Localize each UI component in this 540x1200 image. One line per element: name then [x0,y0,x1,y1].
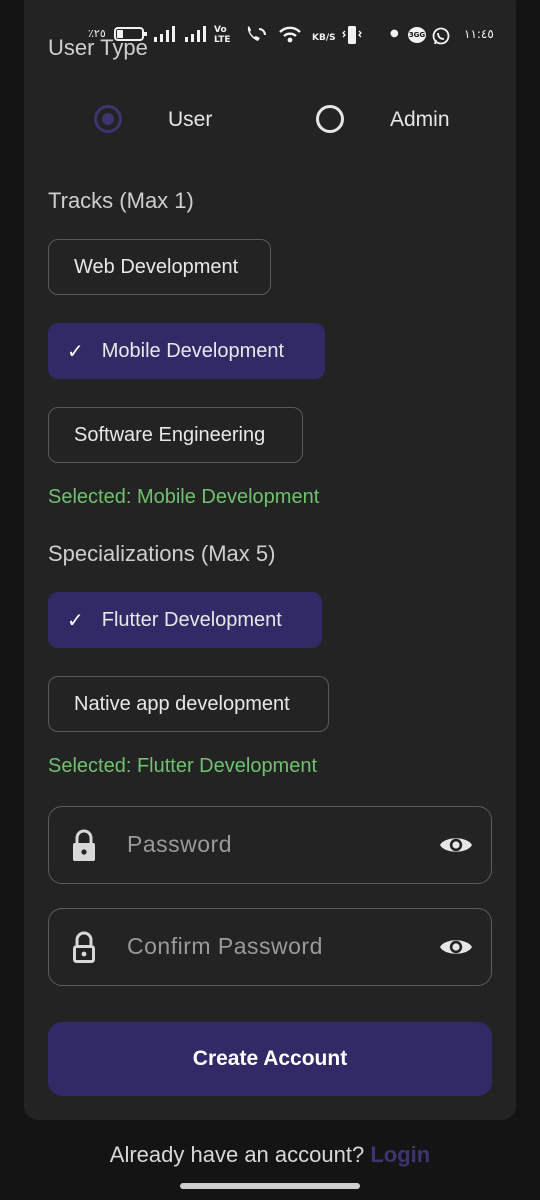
wifi-calling-icon [247,26,266,41]
user-type-radio-group: User Admin [0,100,540,140]
chip-label: Flutter Development [101,608,282,631]
radio-admin-label[interactable]: Admin [390,108,450,132]
chip-software-engineering[interactable]: Software Engineering [48,407,303,463]
confirm-password-placeholder[interactable]: Confirm Password [127,933,323,960]
chip-flutter-development[interactable]: ✓ Flutter Development [48,592,322,648]
sim-badge: 3GG [408,27,426,43]
login-prompt: Already have an account? [109,1142,365,1167]
radio-user[interactable] [94,105,122,133]
chip-native-app-development[interactable]: Native app development [48,676,329,732]
lock-icon [73,829,95,861]
lock-outline-icon [73,931,95,963]
battery-percent: ٪٢٥ [88,27,106,40]
check-icon: ✓ [67,609,84,632]
clock: ١١:٤٥ [464,27,494,41]
chip-web-development[interactable]: Web Development [48,239,271,295]
wifi-icon [279,26,301,43]
login-link[interactable]: Login [370,1142,430,1167]
vibrate-icon [342,26,362,44]
specializations-label: Specializations (Max 5) [48,541,276,566]
check-icon: ✓ [67,340,84,363]
data-speed: KB/S [312,33,336,43]
signal-icon-1 [154,26,175,42]
signup-screen: ٪٢٥ Vo LTE KB/S ● 3GG ١١:٤٥ User Type Us… [0,0,540,1200]
confirm-password-field[interactable]: Confirm Password [48,908,492,986]
notification-dot-icon: ● [390,28,399,39]
password-placeholder[interactable]: Password [127,831,232,858]
volte-indicator: Vo LTE [214,25,231,45]
radio-admin[interactable] [316,105,344,133]
signal-icon-2 [185,26,206,42]
eye-icon[interactable] [439,935,473,959]
password-field[interactable]: Password [48,806,492,884]
tracks-label: Tracks (Max 1) [48,188,194,213]
login-prompt-row: Already have an account? Login [0,1142,540,1168]
whatsapp-icon [432,27,450,45]
battery-icon [114,27,147,41]
create-account-button[interactable]: Create Account [48,1022,492,1096]
radio-user-label[interactable]: User [168,108,212,132]
eye-icon[interactable] [439,833,473,857]
home-indicator[interactable] [180,1183,360,1189]
chip-label: Native app development [74,692,290,715]
chip-label: Software Engineering [74,423,266,446]
chip-mobile-development[interactable]: ✓ Mobile Development [48,323,325,379]
specializations-selected-note: Selected: Flutter Development [48,755,318,777]
status-bar: ٪٢٥ Vo LTE KB/S ● 3GG ١١:٤٥ [0,22,540,52]
tracks-selected-note: Selected: Mobile Development [48,486,320,508]
chip-label: Web Development [74,255,239,278]
chip-label: Mobile Development [101,339,285,362]
